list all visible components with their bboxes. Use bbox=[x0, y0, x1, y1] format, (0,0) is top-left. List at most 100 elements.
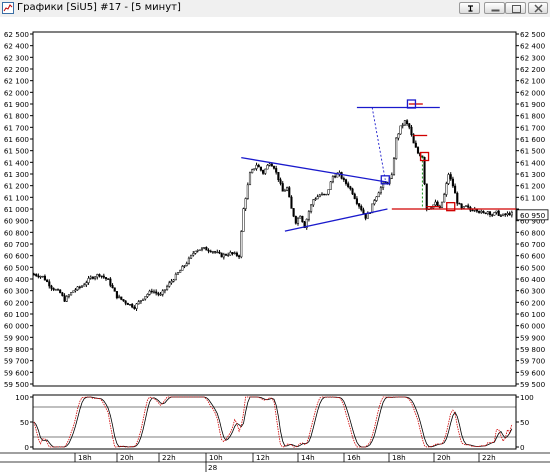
candle-body bbox=[277, 172, 280, 181]
candle-body bbox=[163, 289, 166, 292]
candle-body bbox=[89, 276, 92, 279]
candle-body bbox=[80, 285, 84, 288]
candle-body bbox=[279, 179, 282, 184]
candle-body bbox=[176, 272, 180, 275]
close-button[interactable] bbox=[528, 2, 548, 14]
stochastic-panel: 100 100 50 50 0 0 bbox=[15, 393, 534, 452]
candle-body bbox=[91, 276, 94, 279]
stochastic-label-left: 0 bbox=[24, 443, 29, 452]
candle-body bbox=[392, 158, 396, 176]
candle-body bbox=[48, 281, 51, 287]
y-tick-label-left: 60 300 bbox=[4, 287, 30, 296]
candle-body bbox=[76, 286, 79, 291]
y-tick-label-left: 61 000 bbox=[4, 205, 30, 214]
candle-body bbox=[246, 184, 249, 199]
candle-body bbox=[275, 168, 278, 173]
candle-body bbox=[209, 250, 212, 253]
candle-body bbox=[113, 287, 116, 292]
time-tick-label: 22h bbox=[482, 453, 496, 462]
candle-body bbox=[181, 266, 184, 271]
candle-body bbox=[312, 199, 315, 206]
candle-body bbox=[244, 198, 247, 209]
price-panel: 62 500 62 500 62 400 62 400 62 300 62 300 62 2… bbox=[4, 30, 549, 389]
candle-body bbox=[449, 174, 452, 180]
y-tick-label-left: 61 800 bbox=[4, 112, 30, 121]
candle-body bbox=[425, 183, 428, 210]
candle-body bbox=[43, 275, 46, 281]
y-tick-label-right: 61 800 bbox=[520, 112, 546, 121]
candle-body bbox=[52, 288, 55, 290]
y-tick-label-left: 61 500 bbox=[4, 147, 30, 156]
candle-body bbox=[360, 206, 363, 211]
y-tick-label-left: 62 200 bbox=[4, 65, 30, 74]
candle-body bbox=[220, 252, 223, 258]
y-tick-label-right: 60 100 bbox=[520, 310, 546, 319]
y-tick-label-left: 59 900 bbox=[4, 333, 30, 342]
y-tick-label-right: 60 300 bbox=[520, 287, 546, 296]
candle-body bbox=[135, 303, 138, 309]
candle-body bbox=[497, 210, 500, 216]
restore-button[interactable] bbox=[505, 2, 526, 14]
candle-body bbox=[248, 172, 252, 186]
y-tick-label-left: 61 900 bbox=[4, 100, 30, 109]
candle-body bbox=[200, 247, 204, 251]
candle-body bbox=[78, 286, 81, 288]
candle-body bbox=[115, 291, 118, 299]
candle-body bbox=[416, 147, 420, 154]
y-tick-label-right: 62 200 bbox=[520, 65, 546, 74]
pin-button[interactable] bbox=[459, 2, 480, 14]
candle-body bbox=[397, 133, 400, 139]
y-tick-label-left: 62 000 bbox=[4, 88, 30, 97]
candle-body bbox=[172, 279, 175, 282]
candle-body bbox=[264, 168, 267, 174]
time-tick-label: 10h bbox=[209, 453, 223, 462]
minimize-button[interactable] bbox=[484, 2, 505, 14]
candle-body bbox=[190, 254, 193, 259]
y-tick-label-right: 61 600 bbox=[520, 135, 546, 144]
candle-body bbox=[70, 292, 73, 296]
candle-body bbox=[301, 215, 304, 223]
candle-body bbox=[242, 208, 245, 232]
candle-body bbox=[290, 196, 293, 209]
time-tick-label: 20h bbox=[120, 453, 134, 462]
candle-body bbox=[340, 172, 343, 179]
candle-body bbox=[320, 193, 324, 196]
candle-body bbox=[325, 193, 328, 196]
candle-body bbox=[410, 126, 413, 135]
y-tick-label-left: 60 900 bbox=[4, 217, 30, 226]
candle-body bbox=[484, 212, 487, 214]
y-tick-label-left: 60 500 bbox=[4, 263, 30, 272]
candle-body bbox=[100, 275, 103, 277]
candle-body bbox=[329, 181, 332, 190]
candle-body bbox=[126, 302, 129, 305]
candle-body bbox=[268, 163, 271, 166]
candle-body bbox=[139, 300, 142, 302]
y-tick-label-left: 61 200 bbox=[4, 182, 30, 191]
candle-body bbox=[358, 203, 361, 207]
candle-body bbox=[61, 292, 64, 296]
candle-body bbox=[111, 285, 114, 289]
candle-body bbox=[67, 294, 70, 297]
candle-body bbox=[146, 294, 149, 297]
y-tick-label-right: 62 400 bbox=[520, 42, 546, 51]
time-tick-label: 12h bbox=[256, 453, 270, 462]
candle-body bbox=[107, 278, 110, 280]
candle-body bbox=[310, 204, 313, 212]
candle-body bbox=[436, 201, 439, 207]
candle-body bbox=[266, 165, 269, 170]
candle-body bbox=[353, 193, 356, 199]
y-tick-label-left: 61 100 bbox=[4, 193, 30, 202]
y-tick-label-left: 59 600 bbox=[4, 368, 30, 377]
candle-body bbox=[183, 265, 186, 267]
candle-body bbox=[98, 274, 101, 277]
candle-body bbox=[506, 213, 509, 216]
candle-body bbox=[440, 201, 444, 208]
time-tick-label: 18h bbox=[78, 453, 92, 462]
y-tick-label-right: 62 300 bbox=[520, 53, 546, 62]
candle-body bbox=[493, 212, 496, 216]
candle-body bbox=[502, 213, 505, 216]
y-tick-label-left: 60 800 bbox=[4, 228, 30, 237]
candle-body bbox=[32, 274, 36, 276]
y-tick-label-right: 62 100 bbox=[520, 77, 546, 86]
candle-body bbox=[467, 205, 470, 208]
